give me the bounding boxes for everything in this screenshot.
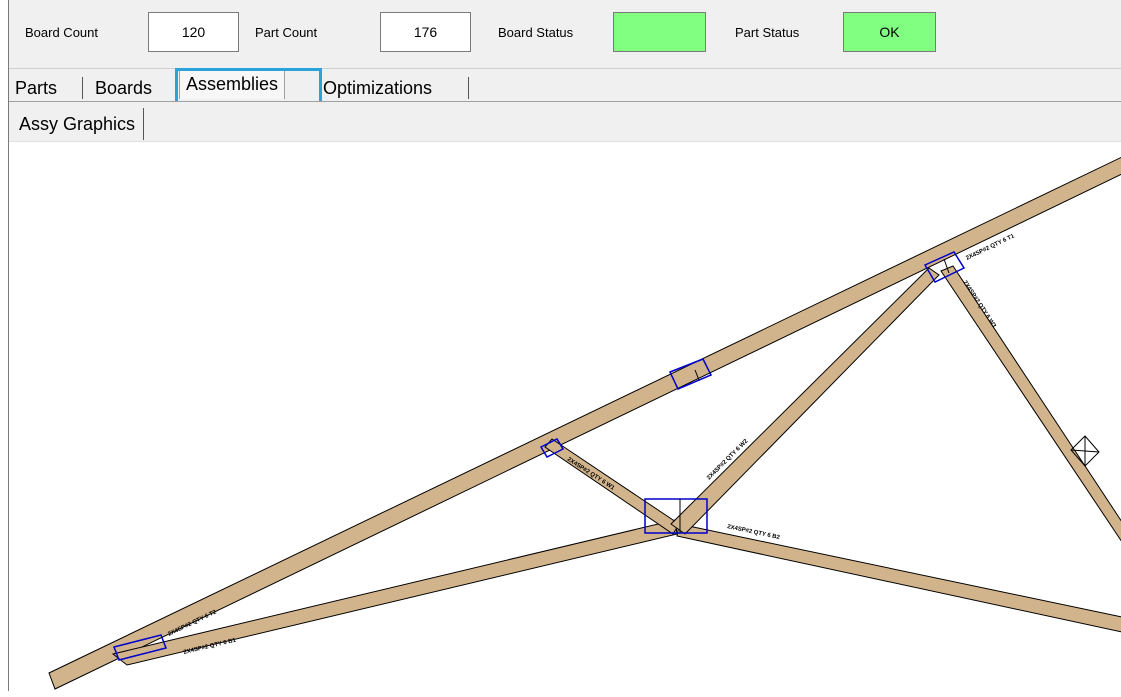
tab-boards[interactable]: Boards — [89, 75, 158, 101]
sub-tabs: Assy Graphics — [9, 101, 1121, 142]
truss-drawing: 2X4SP#2 QTY 6 T1 2X4SP#2 QTY 6 T2 2X4SP#… — [48, 156, 1121, 690]
tab-parts[interactable]: Parts — [9, 75, 63, 101]
tab-assemblies[interactable]: Assemblies — [179, 69, 286, 99]
status-bar: Board Count 120 Part Count 176 Board Sta… — [9, 0, 1121, 68]
part-status-label: Part Status — [735, 25, 800, 40]
tab-optimizations[interactable]: Optimizations — [317, 75, 438, 101]
board-count-label: Board Count — [25, 25, 98, 40]
tab-assy-graphics[interactable]: Assy Graphics — [11, 108, 145, 140]
board-count-field: 120 — [148, 12, 239, 52]
main-window: Board Count 120 Part Count 176 Board Sta… — [8, 0, 1121, 692]
part-status-indicator: OK — [843, 12, 936, 52]
part-count-field: 176 — [380, 12, 471, 52]
part-count-label: Part Count — [255, 25, 318, 40]
tab-separator — [468, 77, 469, 99]
tab-separator — [82, 77, 83, 99]
board-status-indicator — [613, 12, 706, 52]
top-chord-member — [48, 156, 1121, 690]
main-tabs: Parts Boards Assemblies Optimizations — [9, 68, 1121, 102]
assembly-graphics-canvas[interactable]: 2X4SP#2 QTY 6 T1 2X4SP#2 QTY 6 T2 2X4SP#… — [9, 141, 1121, 692]
member-label: 2X4SP#2 QTY 6 W1 — [566, 457, 616, 492]
bottom-chord-member — [111, 519, 678, 666]
bottom-chord-member — [676, 523, 1121, 633]
web-member — [670, 267, 940, 535]
web-member — [940, 265, 1121, 542]
board-status-label: Board Status — [498, 25, 574, 40]
